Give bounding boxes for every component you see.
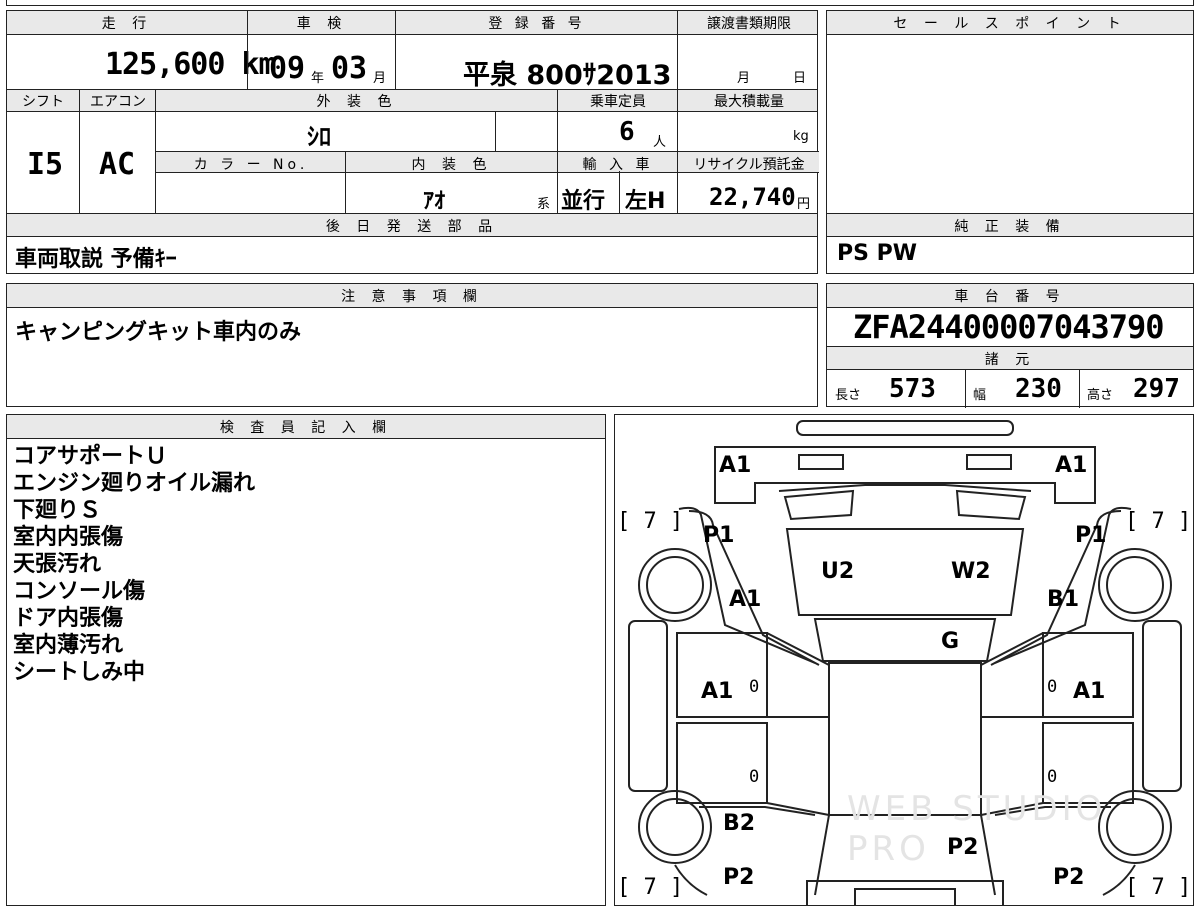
damage-code-rear-left: B2 (723, 811, 756, 836)
recycle-unit: 円 (797, 197, 811, 212)
recycle-label: リサイクル預託金 (693, 157, 805, 173)
inspection-year: 09 (269, 51, 306, 86)
transfer-day-unit: 日 (793, 71, 807, 86)
tire-depth-rear-right: [ 7 ] (1125, 875, 1192, 900)
damage-code-front-right: A1 (1055, 453, 1088, 478)
inspection-month-unit: 月 (373, 71, 387, 86)
door-mark-rl: 0 (749, 767, 760, 787)
genuine-equipment-value: PS PW (837, 241, 918, 266)
notes-value: キャンピングキット車内のみ (15, 320, 302, 345)
mileage-value: 125,600 km (105, 47, 277, 82)
damage-code-hood-right: W2 (951, 559, 991, 584)
spec-header: 諸 元 (984, 352, 1036, 368)
damage-code-rear-center: P2 (947, 835, 979, 860)
interior-color-suffix: 系 (537, 197, 551, 212)
transfer-month-unit: 月 (737, 71, 751, 86)
max-load-label: 最大積載量 (714, 94, 784, 110)
door-mark-fl: 0 (749, 677, 760, 697)
recycle-value: 22,740 (709, 183, 796, 211)
vehicle-info-table: 走 行 車 検 登 録 番 号 譲渡書類期限 125,600 km 09 年 0… (6, 10, 819, 274)
color-no-label: カ ラ ー No. (193, 157, 309, 173)
damage-code-door-fr: A1 (1073, 679, 1106, 704)
width-label: 幅 (973, 388, 987, 403)
remark-line: ドア内張傷 (13, 606, 124, 631)
later-shipment-value: 車両取説 予備ｷｰ (15, 247, 177, 272)
door-mark-rr: 0 (1047, 767, 1058, 787)
later-shipment-header: 後 日 発 送 部 品 (325, 219, 499, 235)
tire-depth-rear-left: [ 7 ] (617, 875, 684, 900)
inspection-month: 03 (331, 51, 368, 86)
damage-code-door-fl: A1 (701, 679, 734, 704)
height-value: 297 (1133, 374, 1180, 404)
door-mark-fr: 0 (1047, 677, 1058, 697)
inspector-header: 検 査 員 記 入 欄 (219, 420, 393, 436)
notes-header: 注 意 事 項 欄 (341, 289, 483, 305)
capacity-unit: 人 (653, 135, 667, 150)
tire-depth-front-right: [ 7 ] (1125, 509, 1192, 534)
chassis-number: ZFA24400007043790 (853, 308, 1165, 346)
remark-line: エンジン廻りオイル漏れ (13, 471, 256, 496)
remark-line: 下廻りＳ (13, 498, 102, 523)
inspector-remarks: コアサポートＵ エンジン廻りオイル漏れ 下廻りＳ 室内内張傷 天張汚れ コンソー… (13, 443, 255, 686)
remark-line: 室内薄汚れ (13, 633, 124, 658)
inspection-year-unit: 年 (311, 71, 325, 86)
capacity-label: 乗車定員 (590, 94, 646, 110)
damage-code-front-left: A1 (719, 453, 752, 478)
damage-diagram: WEB STUDIO PRO A1 A1 P1 P1 U2 W2 A1 B1 G… (614, 414, 1194, 906)
genuine-equipment-header: 純 正 装 備 (954, 219, 1066, 235)
top-strip (6, 0, 1194, 6)
chassis-header: 車 台 番 号 (954, 289, 1066, 305)
damage-code-windshield: G (941, 629, 960, 654)
remark-line: コアサポートＵ (13, 444, 168, 469)
import-type: 並行 (561, 189, 606, 214)
tire-depth-front-left: [ 7 ] (617, 509, 684, 534)
inspection-label: 車 検 (296, 16, 348, 32)
remark-line: シートしみ中 (13, 660, 146, 685)
watermark-text: WEB STUDIO PRO (847, 789, 1107, 869)
length-value: 573 (889, 374, 936, 404)
ac-value: AC (99, 147, 136, 182)
mileage-label: 走 行 (101, 16, 153, 32)
handle-side: 左H (625, 189, 666, 214)
damage-code-hood-left: U2 (821, 559, 855, 584)
sales-point-box: セ ー ル ス ポ イ ン ト 純 正 装 備 PS PW (826, 10, 1194, 274)
shift-value: I5 (27, 147, 64, 182)
registration-value: 平泉 800ｻ2013 (463, 60, 672, 91)
shift-label: シフト (22, 94, 64, 110)
exterior-color-value: ｼﾛ (307, 123, 331, 151)
notes-box: 注 意 事 項 欄 キャンピングキット車内のみ (6, 283, 818, 407)
chassis-box: 車 台 番 号 ZFA24400007043790 諸 元 長さ 573 幅 2… (826, 283, 1194, 408)
registration-label: 登 録 番 号 (488, 16, 586, 32)
height-label: 高さ (1087, 388, 1114, 403)
remark-line: 室内内張傷 (13, 525, 124, 550)
damage-code-fender-fr: P1 (1075, 523, 1107, 548)
transfer-deadline-label: 譲渡書類期限 (707, 16, 791, 32)
sales-point-header: セ ー ル ス ポ イ ン ト (893, 16, 1127, 32)
max-load-unit: kg (793, 129, 809, 144)
damage-code-fr-quarter: B1 (1047, 587, 1080, 612)
length-label: 長さ (835, 388, 862, 403)
damage-code-fl-quarter: A1 (729, 587, 762, 612)
ac-label: エアコン (90, 94, 146, 110)
remark-line: 天張汚れ (13, 552, 102, 577)
remark-line: コンソール傷 (13, 579, 146, 604)
damage-code-rear-fender-right: P2 (1053, 865, 1085, 890)
interior-color-value: ｱｵ (423, 189, 446, 214)
damage-code-rear-fender-left: P2 (723, 865, 755, 890)
inspector-box: 検 査 員 記 入 欄 コアサポートＵ エンジン廻りオイル漏れ 下廻りＳ 室内内… (6, 414, 606, 906)
damage-code-fender-fl: P1 (703, 523, 735, 548)
capacity-value: 6 (619, 117, 635, 147)
exterior-color-label: 外 装 色 (316, 94, 398, 110)
interior-color-label: 内 装 色 (411, 157, 493, 173)
import-label: 輸 入 車 (582, 157, 654, 173)
width-value: 230 (1015, 374, 1062, 404)
